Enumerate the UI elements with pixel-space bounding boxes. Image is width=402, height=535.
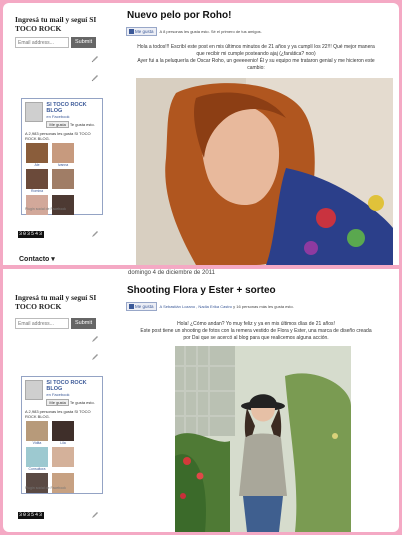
fan-name: Ivanna bbox=[57, 163, 69, 167]
fan-face[interactable] bbox=[51, 169, 75, 193]
contacto-link[interactable]: Contacto ▾ bbox=[19, 255, 55, 263]
fb-page-name[interactable]: SI TOCO ROCK BLOG bbox=[46, 380, 99, 392]
fan-face[interactable]: Romina bbox=[25, 169, 49, 193]
fb-fan-count: A 2,983 personas les gusta SI TOCO ROCK … bbox=[25, 131, 91, 141]
facebook-like-box: SI TOCO ROCK BLOG en Facebook Me gusta T… bbox=[21, 98, 103, 215]
edit-icon[interactable] bbox=[91, 55, 99, 63]
post-paragraph: Hola a todos!!! Escribí este post en mis… bbox=[137, 44, 375, 50]
facebook-like-box: SI TOCO ROCK BLOG en Facebook Me gusta T… bbox=[21, 376, 103, 494]
blog-screenshot-bottom: domingo 4 de diciembre de 2011 Ingresá t… bbox=[3, 269, 399, 532]
fb-faces: Vidita Lila Consultora bbox=[22, 420, 102, 494]
fan-face[interactable] bbox=[51, 195, 75, 215]
facebook-icon bbox=[129, 29, 134, 34]
subscribe-title: Ingresá tu mail y seguí SI TOCO ROCK bbox=[15, 15, 97, 33]
like-count-text: A Sebastián Lozano , Nadia Erika Castro … bbox=[160, 304, 294, 309]
counter-digits: 303543 bbox=[18, 512, 45, 519]
blog-screenshot-top: Ingresá tu mail y seguí SI TOCO ROCK Sub… bbox=[3, 3, 399, 265]
fan-face[interactable]: Vidita bbox=[25, 421, 49, 445]
fan-face[interactable]: Ivanna bbox=[51, 143, 75, 167]
fb-te-gusta: Te gusta esto. bbox=[69, 400, 95, 405]
edit-icon[interactable] bbox=[91, 74, 99, 82]
date-header: domingo 4 de diciembre de 2011 bbox=[128, 270, 215, 276]
subscribe-form: Submit bbox=[15, 318, 107, 329]
fan-name: Ale bbox=[34, 163, 40, 167]
fan-name: Consultora bbox=[28, 467, 46, 471]
fb-on-facebook: en Facebook bbox=[46, 392, 70, 397]
counter-digits: 303543 bbox=[18, 231, 45, 238]
fb-plugin-label[interactable]: Plugin social de Facebook bbox=[25, 486, 66, 491]
subscribe-form: Submit bbox=[15, 37, 107, 48]
post-photo[interactable] bbox=[136, 78, 393, 265]
edit-icon[interactable] bbox=[91, 511, 99, 519]
like-rest: y 16 personas más les gusta esto. bbox=[232, 304, 294, 309]
post-paragraph: Ayer fui a la peluquería de Oscar Roho, … bbox=[137, 58, 375, 64]
fb-plugin-label[interactable]: Plugin social de Facebook bbox=[25, 207, 66, 212]
like-names[interactable]: A Sebastián Lozano , Nadia Erika Castro bbox=[160, 304, 233, 309]
fan-face[interactable]: Ale bbox=[25, 143, 49, 167]
email-input[interactable] bbox=[15, 318, 69, 329]
post-paragraph: que recibir mi cumple posteando ajaj (¿f… bbox=[196, 51, 316, 57]
fan-face[interactable]: Lila bbox=[51, 421, 75, 445]
submit-button[interactable]: Submit bbox=[71, 318, 97, 329]
post-paragraph: Hola! ¿Cómo andan? Yo muy feliz y ya en … bbox=[177, 321, 335, 327]
fb-te-gusta: Te gusta esto. bbox=[69, 122, 95, 127]
facebook-icon bbox=[129, 304, 134, 309]
sidebar: Ingresá tu mail y seguí SI TOCO ROCK Sub… bbox=[15, 293, 107, 329]
post-paragraph: Este post tiene un shooting de fotos con… bbox=[140, 328, 372, 334]
fan-name: Vidita bbox=[32, 441, 42, 445]
fan-name: Romina bbox=[30, 189, 44, 193]
sidebar: Ingresá tu mail y seguí SI TOCO ROCK Sub… bbox=[15, 15, 107, 48]
edit-icon[interactable] bbox=[91, 353, 99, 361]
visit-counter: 303543 bbox=[18, 231, 45, 238]
post-body: Hola! ¿Cómo andan? Yo muy feliz y ya en … bbox=[121, 321, 391, 342]
like-label: Me gusta bbox=[135, 29, 154, 34]
photo-girl-red-hair bbox=[136, 78, 393, 265]
fb-like-button[interactable]: Me gusta bbox=[46, 399, 69, 406]
fan-name: Lila bbox=[60, 441, 66, 445]
like-count-text: A 8 personas les gusta esto. Sé el prime… bbox=[159, 29, 262, 34]
like-row: Me gusta A 8 personas les gusta esto. Sé… bbox=[126, 27, 262, 36]
like-label: Me gusta bbox=[135, 304, 154, 309]
fb-page-name[interactable]: SI TOCO ROCK BLOG bbox=[46, 102, 99, 114]
post-title[interactable]: Shooting Flora y Ester + sorteo bbox=[127, 285, 276, 296]
post-title[interactable]: Nuevo pelo por Roho! bbox=[127, 10, 231, 21]
subscribe-title: Ingresá tu mail y seguí SI TOCO ROCK bbox=[15, 293, 97, 311]
email-input[interactable] bbox=[15, 37, 69, 48]
fb-on-facebook: en Facebook bbox=[46, 114, 70, 119]
fan-face[interactable]: Consultora bbox=[25, 447, 49, 471]
fb-fan-count: A 2,983 personas les gusta SI TOCO ROCK … bbox=[25, 409, 91, 419]
post-paragraph: cambio: bbox=[247, 65, 265, 71]
page-avatar bbox=[25, 102, 44, 122]
submit-button[interactable]: Submit bbox=[71, 37, 97, 48]
post-body: Hola a todos!!! Escribí este post en mis… bbox=[121, 44, 391, 72]
fan-face[interactable] bbox=[25, 195, 49, 215]
page-avatar bbox=[25, 380, 44, 400]
like-row: Me gusta A Sebastián Lozano , Nadia Erik… bbox=[126, 302, 294, 311]
like-button[interactable]: Me gusta bbox=[126, 302, 157, 311]
fb-faces: Ale Ivanna Romina bbox=[22, 142, 102, 216]
like-button[interactable]: Me gusta bbox=[126, 27, 157, 36]
photo-girl-garden bbox=[175, 346, 351, 532]
fb-like-button[interactable]: Me gusta bbox=[46, 121, 69, 128]
edit-icon[interactable] bbox=[91, 335, 99, 343]
edit-icon[interactable] bbox=[91, 230, 99, 238]
post-photo[interactable] bbox=[175, 346, 351, 532]
visit-counter: 303543 bbox=[18, 512, 45, 519]
post-paragraph: por Dai que se acercó al blog para que r… bbox=[183, 335, 329, 341]
fan-face[interactable] bbox=[51, 447, 75, 471]
